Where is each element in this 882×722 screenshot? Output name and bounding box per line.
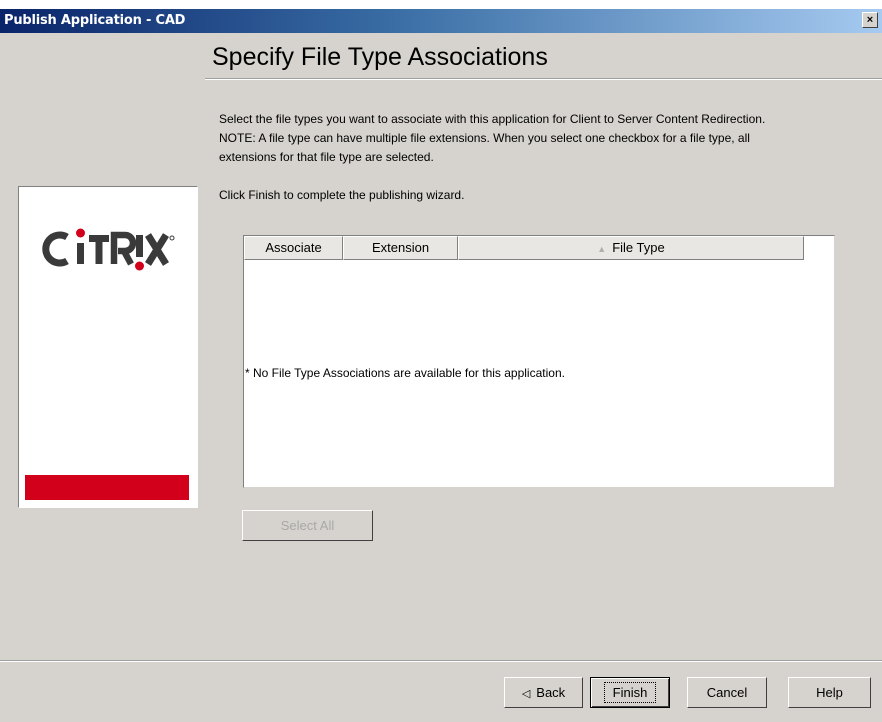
column-associate-label[interactable]: Associate	[265, 240, 321, 255]
column-extension-label[interactable]: Extension	[372, 240, 429, 255]
citrix-logo-graphic	[42, 228, 175, 271]
sort-ascending-icon: ▲	[597, 244, 607, 254]
close-button[interactable]: ×	[862, 12, 878, 28]
instruction-line-2: NOTE: A file type can have multiple file…	[219, 131, 750, 145]
top-strip	[0, 0, 882, 9]
instruction-line-1: Select the file types you want to associ…	[219, 112, 766, 126]
finish-hint: Click Finish to complete the publishing …	[219, 188, 465, 202]
page-title: Specify File Type Associations	[212, 43, 548, 71]
column-extension[interactable]: Extension	[343, 236, 458, 260]
instruction-line-3: extensions for that file type are select…	[219, 150, 434, 164]
column-file-type[interactable]: ▲ File Type	[458, 236, 804, 260]
close-icon[interactable]: ×	[867, 14, 873, 26]
brand-red-bar	[25, 475, 189, 500]
file-type-table[interactable]: Associate Extension ▲ File Type * No File…	[243, 235, 835, 488]
column-associate[interactable]: Associate	[244, 236, 343, 260]
back-button[interactable]: ◁ Back	[504, 677, 583, 708]
finish-button[interactable]: Finish	[590, 677, 670, 708]
logo-panel	[18, 186, 198, 508]
header-divider	[205, 78, 882, 80]
footer-divider	[0, 660, 882, 662]
column-file-type-label[interactable]: File Type	[612, 240, 665, 255]
table-header: Associate Extension ▲ File Type	[244, 236, 834, 260]
window-title: Publish Application - CAD	[4, 13, 186, 28]
select-all-button[interactable]: Select All	[242, 510, 373, 541]
back-button-label[interactable]: Back	[536, 685, 565, 700]
title-bar: Publish Application - CAD ×	[0, 9, 882, 33]
citrix-logo	[39, 221, 179, 286]
back-arrow-icon: ◁	[521, 688, 531, 700]
finish-button-label[interactable]: Finish	[603, 682, 657, 703]
cancel-button[interactable]: Cancel	[687, 677, 767, 708]
help-button[interactable]: Help	[788, 677, 871, 708]
instructions: Select the file types you want to associ…	[219, 110, 869, 167]
empty-table-message: * No File Type Associations are availabl…	[245, 366, 565, 380]
